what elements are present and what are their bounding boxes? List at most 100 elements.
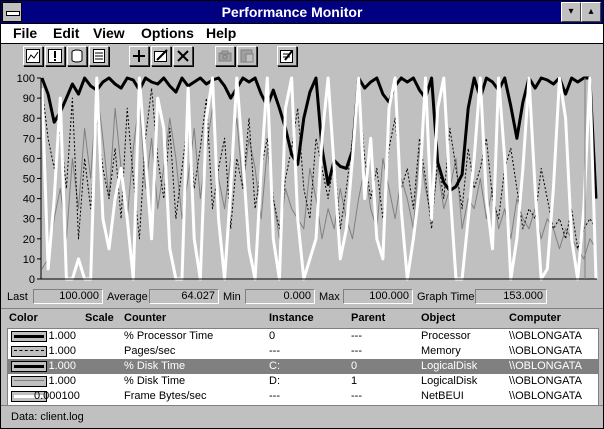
legend-cell-computer: \\OBLONGATA [509, 390, 582, 402]
legend-cell-counter: % Disk Time [124, 360, 186, 372]
legend-cell-instance: --- [269, 390, 280, 402]
legend-cell-counter: % Disk Time [124, 375, 186, 387]
legend-cell-parent: --- [351, 390, 362, 402]
last-label: Last [7, 291, 28, 303]
legend-row[interactable]: 1.000 % Disk Time D: 1 LogicalDisk \\OBLONGAT… [8, 374, 598, 389]
window-title: Performance Monitor [221, 4, 363, 20]
y-tick-label: 50 [23, 174, 35, 186]
menu-edit[interactable]: Edit [53, 25, 79, 42]
legend-header-counter: Counter [124, 312, 167, 324]
log-view-button[interactable] [67, 46, 87, 66]
menu-view[interactable]: View [93, 25, 125, 42]
legend-cell-parent: --- [351, 330, 362, 342]
legend-row[interactable]: 1.000 Pages/sec --- --- Memory \\OBLONGATA [8, 344, 598, 359]
legend-row[interactable]: 1.000 % Disk Time C: 0 LogicalDisk \\OBLONGAT… [8, 359, 598, 374]
y-tick-label: 90 [23, 93, 35, 105]
options-button[interactable] [277, 46, 297, 66]
bookmark-icon [240, 49, 254, 63]
legend-cell-instance: D: [269, 375, 280, 387]
legend-cell-computer: \\OBLONGATA [509, 345, 582, 357]
chart-view-button[interactable] [23, 46, 43, 66]
legend-header-scale: Scale [85, 312, 114, 324]
legend-cell-object: LogicalDisk [421, 375, 478, 387]
system-menu-icon [6, 11, 20, 16]
update-now-icon [218, 50, 232, 62]
average-label: Average [107, 291, 148, 303]
max-value: 100.000 [343, 289, 413, 304]
edit-counter-button[interactable] [151, 46, 171, 66]
y-tick-label: 40 [23, 194, 35, 206]
menu-options[interactable]: Options [141, 25, 194, 42]
average-value: 64.027 [149, 289, 219, 304]
legend-header-parent: Parent [351, 312, 386, 324]
legend-header-instance: Instance [269, 312, 314, 324]
y-tick-label: 10 [23, 254, 35, 266]
y-tick-label: 100 [17, 73, 35, 85]
menu-file[interactable]: File [13, 25, 37, 42]
add-counter-icon [133, 50, 145, 62]
legend-cell-parent: 0 [351, 360, 358, 372]
menu-help[interactable]: Help [206, 25, 236, 42]
y-tick-label: 20 [23, 234, 35, 246]
y-tick-label: 80 [23, 113, 35, 125]
performance-monitor-window: Performance Monitor ▾ ▴ File Edit View O… [0, 0, 604, 429]
last-value: 100.000 [33, 289, 103, 304]
y-tick-label: 60 [23, 153, 35, 165]
legend-cell-scale: 1.000 [48, 375, 76, 387]
chart-pane: 0 10 20 30 40 50 60 70 80 90 100 [1, 70, 603, 286]
legend-cell-object: Memory [421, 345, 461, 357]
log-view-icon [71, 49, 83, 63]
legend-cell-instance: 0 [269, 330, 276, 342]
legend-cell-parent: --- [351, 345, 362, 357]
legend-cell-scale: 1.000 [48, 330, 76, 342]
y-tick-label: 30 [23, 214, 35, 226]
legend-cell-computer: \\OBLONGATA [509, 330, 582, 342]
title-bar: Performance Monitor ▾ ▴ [1, 1, 603, 24]
legend-cell-object: LogicalDisk [421, 360, 478, 372]
chart-view-icon [26, 49, 40, 63]
delete-counter-icon [177, 50, 189, 62]
status-text: Data: client.log [11, 411, 84, 423]
graph-time-value: 153.000 [475, 289, 547, 304]
legend-cell-counter: Frame Bytes/sec [124, 390, 207, 402]
status-bar: Data: client.log [1, 405, 603, 429]
line-chart: 0 10 20 30 40 50 60 70 80 90 100 [17, 73, 598, 286]
graph-time-label: Graph Time [417, 291, 475, 303]
update-now-button[interactable] [215, 46, 235, 66]
legend-header-object: Object [421, 312, 456, 324]
legend-cell-scale: 1.000 [48, 360, 76, 372]
value-bar: Last 100.000 Average 64.027 Min 0.000 Ma… [1, 287, 603, 307]
legend-pane: Color Scale Counter Instance Parent Obje… [1, 308, 603, 406]
legend-header-color: Color [9, 312, 38, 324]
legend-cell-scale: 1.000 [48, 345, 76, 357]
legend-list[interactable]: 1.000 % Processor Time 0 --- Processor \\OBLO… [7, 328, 599, 406]
edit-counter-icon [154, 49, 168, 62]
legend-cell-counter: Pages/sec [124, 345, 176, 357]
maximize-button[interactable]: ▴ [581, 2, 601, 22]
max-label: Max [319, 291, 340, 303]
delete-counter-button[interactable] [173, 46, 193, 66]
legend-cell-object: NetBEUI [421, 390, 464, 402]
alert-view-button[interactable] [45, 46, 65, 66]
min-label: Min [223, 291, 241, 303]
legend-cell-computer: \\OBLONGATA [509, 375, 582, 387]
legend-header-computer: Computer [509, 312, 561, 324]
min-value: 0.000 [245, 289, 315, 304]
y-tick-label: 0 [29, 274, 35, 286]
report-view-button[interactable] [89, 46, 109, 66]
legend-cell-computer: \\OBLONGATA [509, 360, 582, 372]
legend-row[interactable]: 0.000100 Frame Bytes/sec --- --- NetBEUI \\OB… [8, 389, 598, 404]
toolbar [1, 44, 603, 69]
legend-cell-instance: C: [269, 360, 280, 372]
legend-row[interactable]: 1.000 % Processor Time 0 --- Processor \\OBLO… [8, 329, 598, 344]
legend-cell-scale: 0.000100 [34, 390, 80, 402]
bookmark-button[interactable] [237, 46, 257, 66]
legend-cell-parent: 1 [351, 375, 358, 387]
menu-bar: File Edit View Options Help [1, 24, 603, 44]
system-menu-button[interactable] [2, 2, 22, 22]
y-tick-label: 70 [23, 133, 35, 145]
legend-cell-object: Processor [421, 330, 471, 342]
minimize-button[interactable]: ▾ [561, 2, 581, 22]
legend-cell-instance: --- [269, 345, 280, 357]
add-counter-button[interactable] [129, 46, 149, 66]
